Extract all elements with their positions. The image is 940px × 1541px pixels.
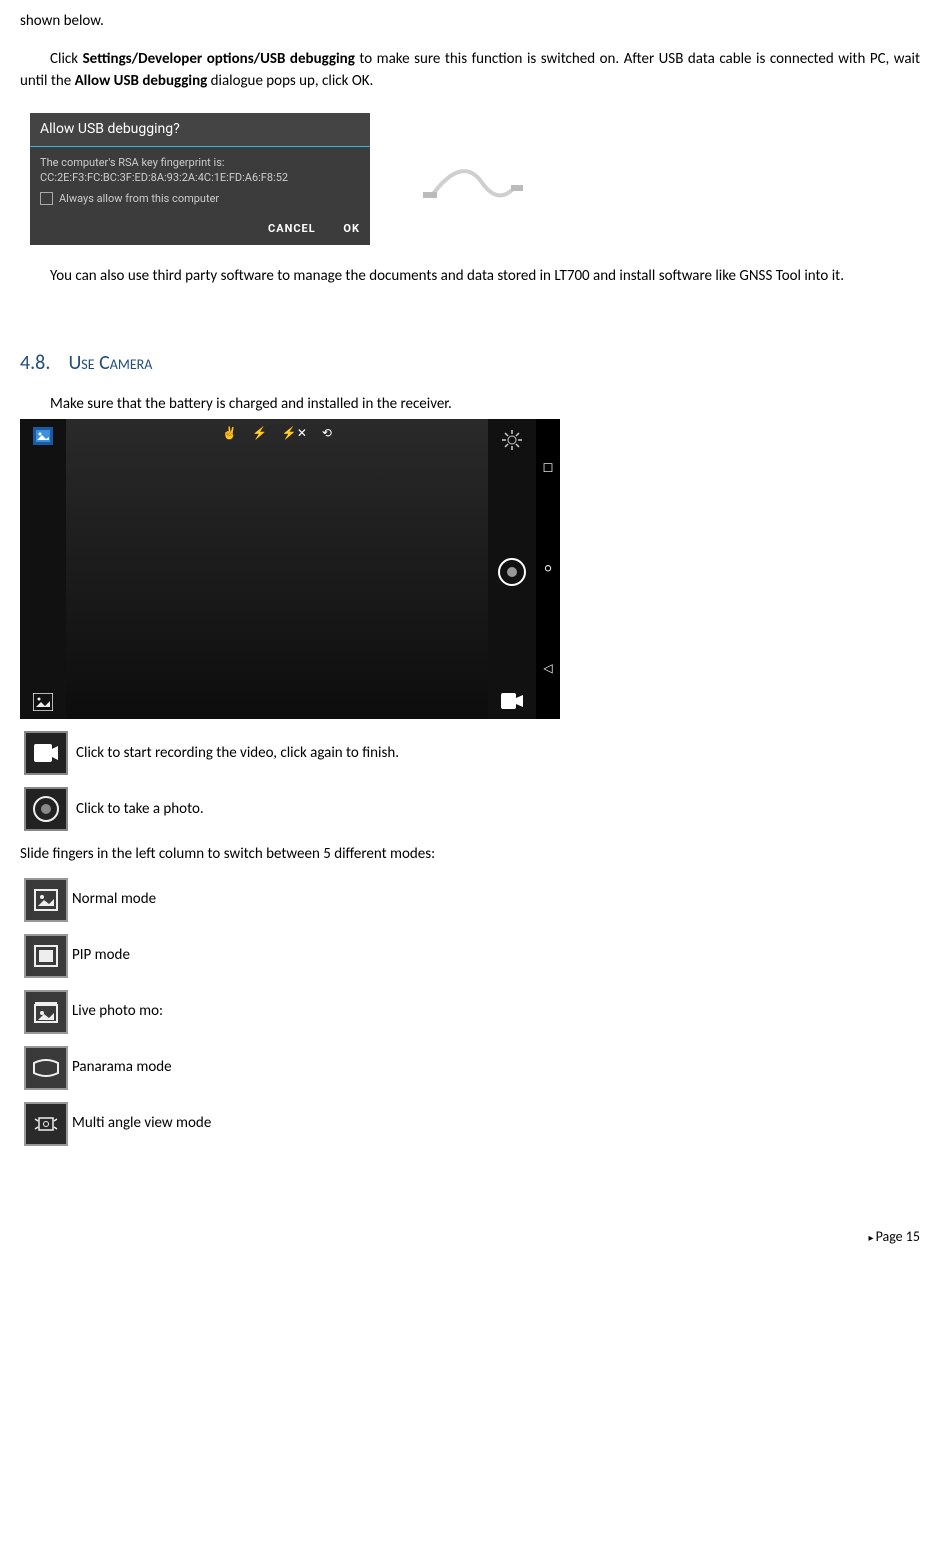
- top-fragment: shown below.: [20, 10, 920, 33]
- shutter-button-icon: [24, 787, 68, 831]
- mode-switch-icon[interactable]: [33, 693, 53, 711]
- gesture-icon[interactable]: ✌: [222, 425, 237, 443]
- camera-intro: Make sure that the battery is charged an…: [20, 393, 920, 416]
- android-system-bar: ☐ ○ ◁: [536, 419, 560, 719]
- para1-d: Allow USB debugging: [75, 72, 208, 90]
- usb-cable-icon: [413, 149, 533, 209]
- settings-icon[interactable]: [501, 429, 523, 451]
- desc-photo: Click to take a photo.: [76, 798, 204, 821]
- normal-mode-icon: [24, 878, 68, 922]
- dialog-title: Allow USB debugging?: [30, 113, 370, 147]
- pano-mode-row: Panarama mode: [20, 1046, 920, 1090]
- camera-top-icons: ✌ ⚡ ⚡✕ ⟲: [222, 425, 332, 443]
- section-heading: 4.8. Use Camera: [20, 348, 920, 378]
- live-photo-icon: [24, 990, 68, 1034]
- paragraph-usb: Click Settings/Developer options/USB deb…: [20, 48, 920, 93]
- normal-mode-label: Normal mode: [72, 888, 156, 911]
- para1-b: Settings/Developer options/USB debugging: [83, 50, 355, 68]
- dialog-body-line2: CC:2E:F3:FC:BC:3F:ED:8A:93:2A:4C:1E:FD:A…: [40, 170, 360, 185]
- thumbnail-icon[interactable]: [33, 427, 53, 445]
- camera-rightcol: [488, 419, 536, 719]
- pip-mode-label: PIP mode: [72, 944, 130, 967]
- dialog-checkbox-row: Always allow from this computer: [40, 191, 360, 206]
- section-number: 4.8.: [20, 351, 50, 375]
- pip-mode-row: PIP mode: [20, 934, 920, 978]
- flash-off-icon[interactable]: ⚡✕: [282, 425, 307, 443]
- back-icon[interactable]: ◁: [543, 660, 552, 678]
- camera-leftcol: [20, 419, 66, 719]
- para1-e: dialogue pops up, click OK.: [211, 72, 374, 90]
- home-icon[interactable]: ○: [545, 560, 552, 578]
- live-mode-row: Live photo mo:: [20, 990, 920, 1034]
- multi-angle-icon: [24, 1102, 68, 1146]
- dialog-row: Allow USB debugging? The computer's RSA …: [30, 113, 920, 246]
- shutter-icon[interactable]: [497, 557, 527, 587]
- video-mode-icon[interactable]: [501, 693, 523, 709]
- dialog-checkbox-label: Always allow from this computer: [59, 191, 219, 206]
- dialog-body: The computer's RSA key fingerprint is: C…: [30, 147, 370, 215]
- switch-camera-icon[interactable]: ⟲: [322, 425, 332, 443]
- desc-video: Click to start recording the video, clic…: [76, 742, 399, 765]
- multi-mode-label: Multi angle view mode: [72, 1112, 211, 1135]
- page-footer: Page 15: [20, 1226, 920, 1247]
- cancel-button[interactable]: CANCEL: [268, 222, 316, 235]
- recent-apps-icon[interactable]: ☐: [543, 460, 554, 478]
- desc-video-row: Click to start recording the video, clic…: [20, 731, 920, 775]
- checkbox-icon[interactable]: [40, 192, 53, 205]
- dialog-body-line1: The computer's RSA key fingerprint is:: [40, 155, 360, 170]
- paragraph-thirdparty: You can also use third party software to…: [20, 265, 920, 288]
- pano-mode-label: Panarama mode: [72, 1056, 172, 1079]
- flash-icon[interactable]: ⚡: [252, 425, 267, 443]
- desc-slide: Slide fingers in the left column to swit…: [20, 843, 920, 866]
- usb-debug-dialog: Allow USB debugging? The computer's RSA …: [30, 113, 370, 246]
- dialog-buttons: CANCEL OK: [30, 215, 370, 246]
- camera-viewfinder: ✌ ⚡ ⚡✕ ⟲: [66, 419, 488, 719]
- multi-mode-row: Multi angle view mode: [20, 1102, 920, 1146]
- video-record-icon: [24, 731, 68, 775]
- desc-photo-row: Click to take a photo.: [20, 787, 920, 831]
- section-title: Use Camera: [68, 351, 152, 375]
- ok-button[interactable]: OK: [343, 222, 360, 235]
- pip-mode-icon: [24, 934, 68, 978]
- para1-a: Click: [50, 50, 78, 68]
- camera-ui-screenshot: ✌ ⚡ ⚡✕ ⟲ ☐ ○ ◁: [20, 419, 560, 719]
- live-mode-label: Live photo mo:: [72, 1000, 163, 1023]
- panorama-icon: [24, 1046, 68, 1090]
- normal-mode-row: Normal mode: [20, 878, 920, 922]
